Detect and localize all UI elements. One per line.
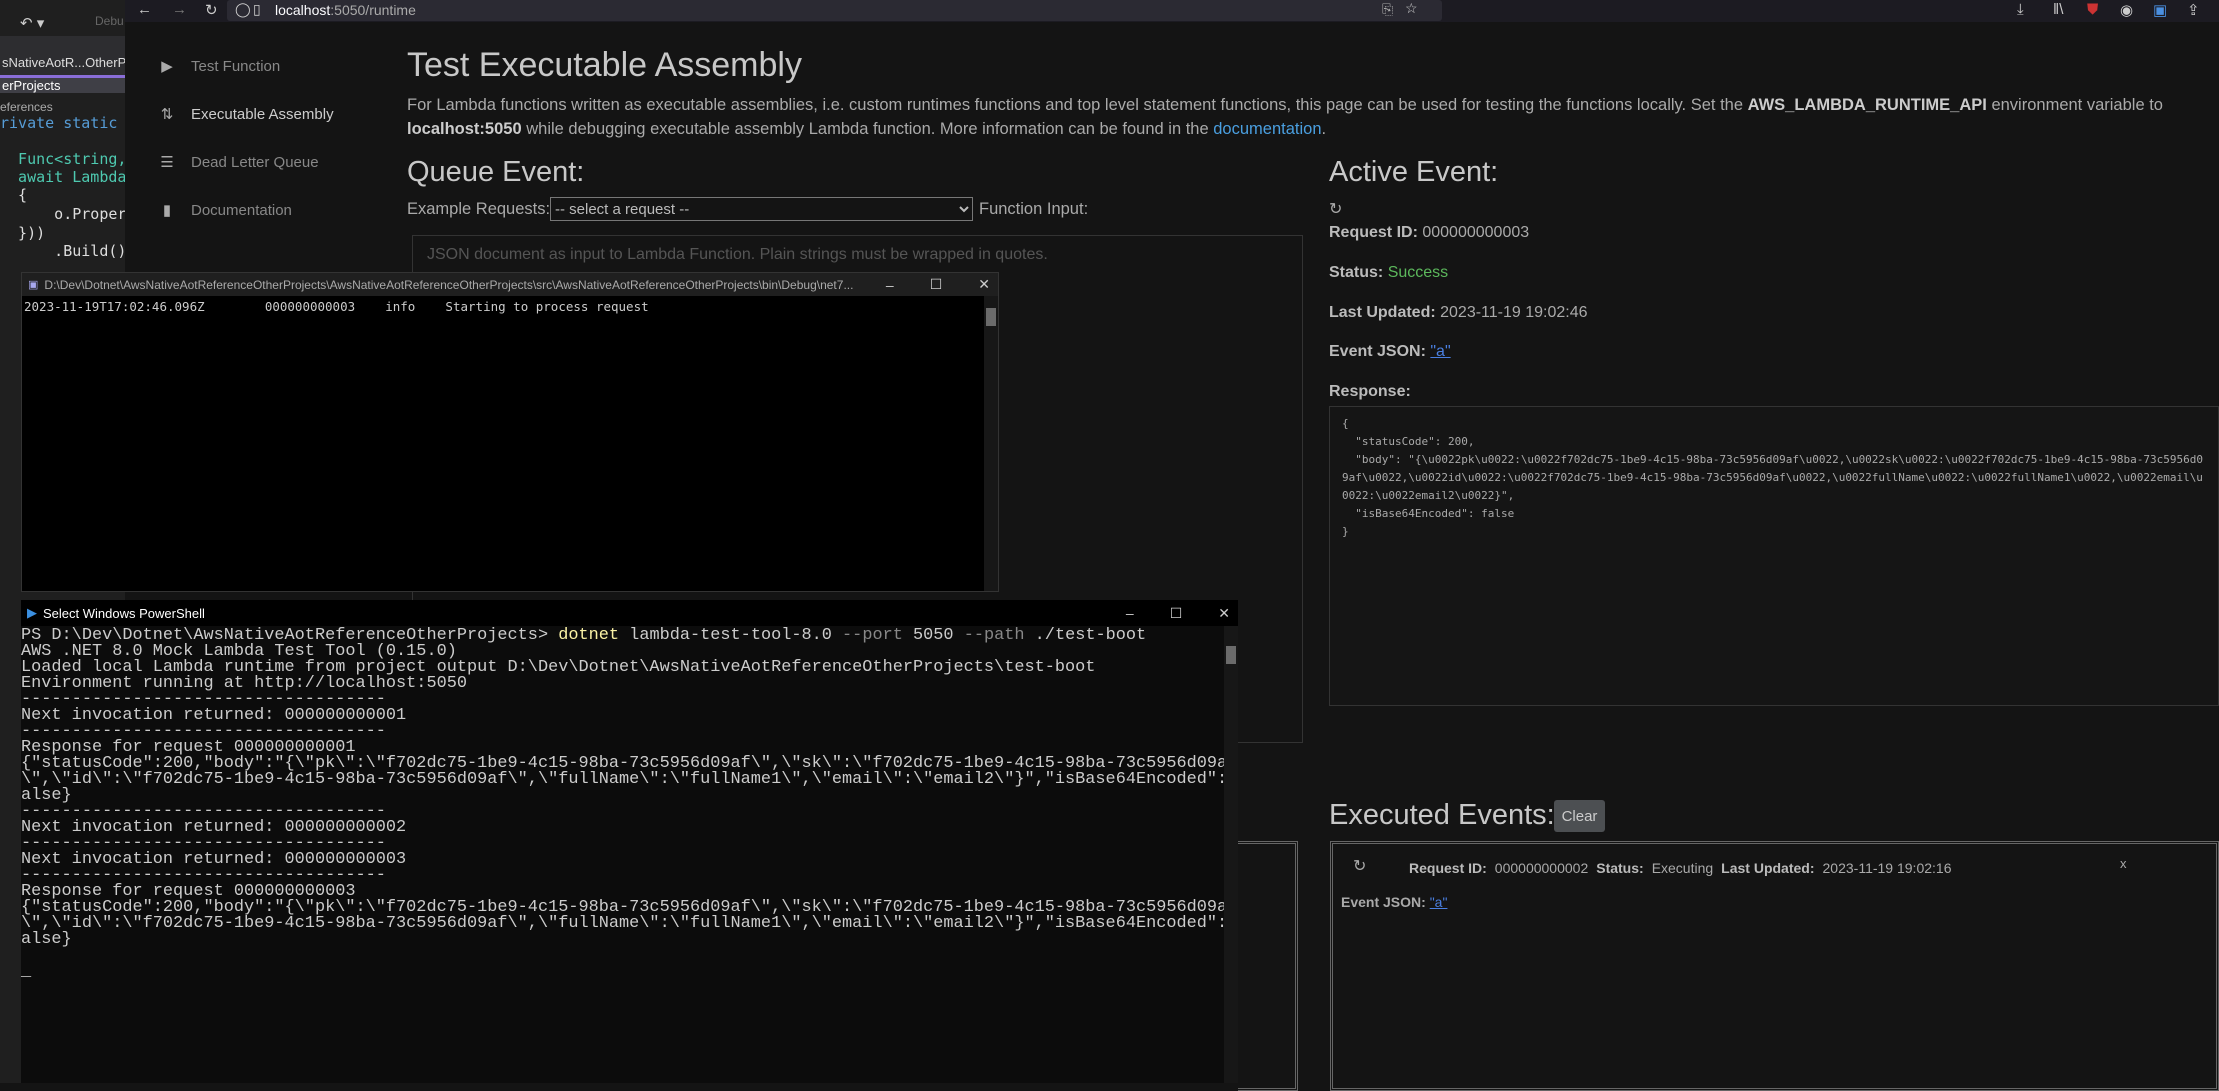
sidebar-item-executable-assembly[interactable]: ⇅ Executable Assembly bbox=[159, 105, 334, 124]
powershell-title: Select Windows PowerShell bbox=[43, 605, 205, 621]
executed-event-card: ↻ Request ID: 000000000002 Status: Executi… bbox=[1330, 841, 2219, 1091]
console-title-bar[interactable]: ▣ D:\Dev\Dotnet\AwsNativeAotReferenceOth… bbox=[22, 273, 998, 296]
powershell-output[interactable]: PS D:\Dev\Dotnet\AwsNativeAotReferenceOt… bbox=[21, 627, 1237, 980]
page-icon: ▯ bbox=[253, 1, 261, 17]
ublock-icon[interactable]: ⛊ bbox=[2087, 1, 2098, 18]
close-button[interactable]: ✕ bbox=[1218, 605, 1230, 622]
minimize-button[interactable]: – bbox=[1126, 605, 1134, 621]
close-event-button[interactable]: x bbox=[2120, 856, 2127, 871]
code-line: rivate static as bbox=[0, 114, 118, 132]
play-icon: ▶ bbox=[161, 58, 173, 75]
sidebar-item-documentation[interactable]: ▮ Documentation bbox=[159, 201, 292, 220]
undo-icon[interactable]: ↶ ▾ bbox=[20, 14, 44, 32]
code-line: .Build() bbox=[0, 242, 125, 260]
powershell-icon: ▶ bbox=[27, 605, 37, 620]
list-icon: ☰ bbox=[160, 154, 174, 171]
code-line: await LambdaB bbox=[0, 168, 125, 186]
sidebar-item-dead-letter-queue[interactable]: ☰ Dead Letter Queue bbox=[159, 153, 319, 172]
code-line: o.Propert bbox=[0, 205, 125, 223]
debug-dropdown[interactable]: Debu bbox=[95, 14, 124, 28]
active-status: Status: Success bbox=[1329, 264, 1449, 281]
executed-event-summary: Request ID: 000000000002 Status: Executing… bbox=[1409, 860, 1952, 876]
sidebar-item-label: Test Function bbox=[191, 57, 281, 75]
maximize-button[interactable]: ☐ bbox=[1170, 605, 1183, 622]
executed-events-heading: Executed Events: bbox=[1329, 799, 1555, 831]
reload-icon[interactable]: ↻ bbox=[205, 1, 218, 19]
powershell-scrollbar[interactable] bbox=[1224, 626, 1238, 1083]
extension-icon[interactable]: ◉ bbox=[2120, 1, 2133, 19]
bookmark-star-icon[interactable]: ☆ bbox=[1405, 0, 1418, 17]
url-text[interactable]: localhost:5050/runtime bbox=[275, 2, 416, 18]
console-title: D:\Dev\Dotnet\AwsNativeAotReferenceOther… bbox=[44, 277, 854, 292]
response-label: Response: bbox=[1329, 383, 1411, 400]
translate-extension-icon[interactable]: ▣ bbox=[2153, 1, 2167, 19]
executed-event-json: Event JSON: "a" bbox=[1341, 894, 1448, 910]
console-window: ▣ D:\Dev\Dotnet\AwsNativeAotReferenceOth… bbox=[21, 272, 999, 592]
page-title: Test Executable Assembly bbox=[407, 46, 802, 84]
code-line: { bbox=[0, 186, 28, 204]
back-icon[interactable]: ← bbox=[137, 1, 152, 18]
code-line: })) bbox=[0, 224, 46, 242]
browser-toolbar: ← → ↻ ◯ ▯ localhost:5050/runtime ⎘ ☆ ⤓ ‖… bbox=[125, 0, 2219, 22]
documentation-link[interactable]: documentation bbox=[1213, 120, 1321, 138]
translate-icon[interactable]: ⎘ bbox=[1382, 1, 1393, 18]
forward-icon[interactable]: → bbox=[172, 1, 187, 18]
active-last-updated: Last Updated: 2023-11-19 19:02:46 bbox=[1329, 304, 1588, 321]
close-button[interactable]: ✕ bbox=[978, 276, 990, 293]
clear-button[interactable]: Clear bbox=[1554, 800, 1605, 832]
address-bar[interactable]: ◯ ▯ localhost:5050/runtime ⎘ ☆ bbox=[227, 0, 1442, 21]
active-event-json: Event JSON: "a" bbox=[1329, 343, 1451, 360]
event-json-link[interactable]: "a" bbox=[1430, 343, 1450, 360]
page-description: For Lambda functions written as executab… bbox=[407, 96, 2163, 138]
code-line: eferences bbox=[0, 100, 53, 114]
console-scrollbar[interactable] bbox=[984, 296, 998, 591]
solution-tab[interactable]: sNativeAotR...OtherProjects bbox=[0, 55, 125, 75]
example-requests-select[interactable]: -- select a request -- bbox=[550, 197, 973, 221]
spinner-icon: ↻ bbox=[1329, 201, 1343, 218]
console-icon: ▣ bbox=[28, 279, 39, 291]
menu-icon[interactable]: ⇪ bbox=[2187, 1, 2200, 19]
exchange-icon: ⇅ bbox=[160, 106, 174, 123]
active-event-heading: Active Event: bbox=[1329, 156, 1499, 188]
library-icon[interactable]: ‖\ bbox=[2053, 1, 2063, 18]
sidebar-item-label: Documentation bbox=[191, 201, 292, 219]
event-json-link[interactable]: "a" bbox=[1430, 894, 1448, 910]
example-requests-label: Example Requests: bbox=[407, 200, 551, 218]
queue-event-heading: Queue Event: bbox=[407, 156, 585, 188]
active-request-id: Request ID: 000000000003 bbox=[1329, 224, 1530, 241]
shield-icon[interactable]: ◯ bbox=[235, 1, 251, 18]
code-line: Func<string, bbox=[0, 150, 125, 168]
sidebar-item-label: Dead Letter Queue bbox=[191, 153, 319, 171]
function-input-label: Function Input: bbox=[979, 200, 1089, 218]
panel-border bbox=[1238, 841, 1298, 1091]
maximize-button[interactable]: ☐ bbox=[930, 276, 943, 293]
spinner-icon: ↻ bbox=[1353, 858, 1367, 875]
sidebar-item-test-function[interactable]: ▶ Test Function bbox=[159, 57, 281, 76]
console-output: 2023-11-19T17:02:46.096Z 000000000003 in… bbox=[24, 299, 649, 314]
clipboard-icon: ▮ bbox=[162, 202, 172, 219]
powershell-title-bar[interactable]: ▶ Select Windows PowerShell – ☐ ✕ bbox=[21, 600, 1238, 626]
response-box: { "statusCode": 200, "body": "{\u0022pk\… bbox=[1329, 406, 2219, 706]
minimize-button[interactable]: – bbox=[886, 277, 894, 293]
sidebar-item-label: Executable Assembly bbox=[191, 105, 334, 123]
downloads-icon[interactable]: ⤓ bbox=[2017, 1, 2024, 18]
powershell-window: ▶ Select Windows PowerShell – ☐ ✕ PS D:\De… bbox=[21, 600, 1238, 1083]
project-tab[interactable]: erProjects bbox=[0, 75, 125, 93]
